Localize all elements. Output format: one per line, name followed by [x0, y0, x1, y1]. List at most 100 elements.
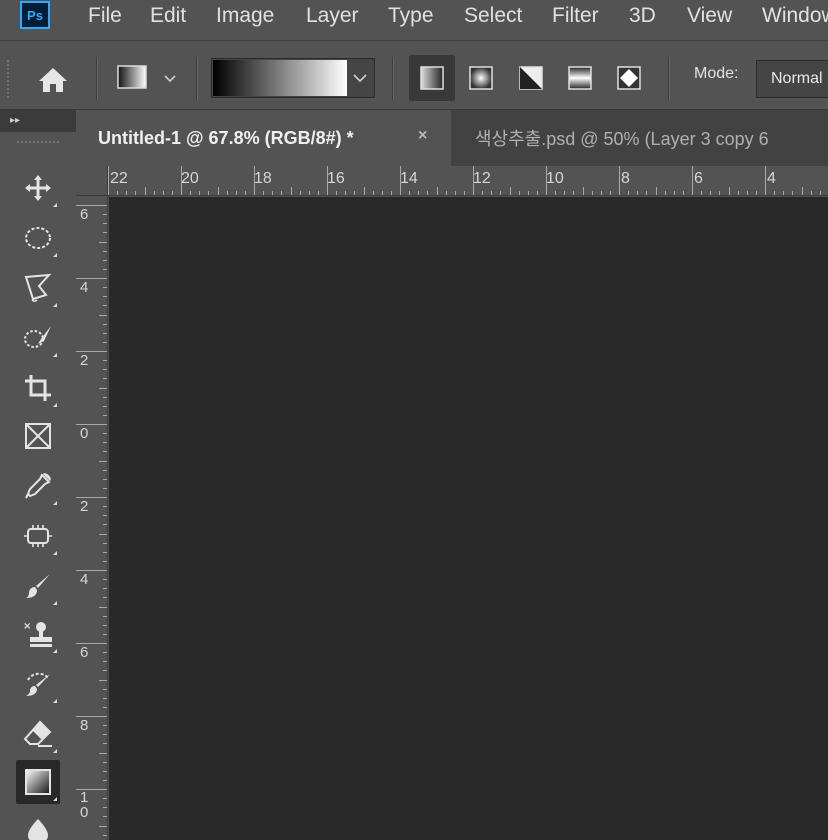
ruler-label: 20 — [181, 170, 199, 187]
ruler-tick — [99, 315, 107, 316]
reflected-gradient-icon — [568, 66, 592, 90]
clone-stamp-tool[interactable]: × — [16, 612, 60, 656]
tools-panel-grip[interactable] — [16, 140, 60, 144]
ruler-tick — [455, 191, 456, 195]
lasso-tool[interactable] — [16, 266, 60, 310]
marquee-tool[interactable] — [16, 216, 60, 260]
spot-healing-tool[interactable] — [16, 514, 60, 558]
ruler-tick — [103, 725, 107, 726]
ruler-label: 10 — [546, 170, 564, 187]
close-tab-icon[interactable]: × — [418, 127, 427, 145]
ruler-tick — [103, 397, 107, 398]
menu-file[interactable]: File — [88, 0, 122, 32]
brush-tool[interactable] — [16, 564, 60, 608]
ruler-label: 6 — [694, 170, 703, 187]
ruler-tick — [103, 406, 107, 407]
ruler-tick — [103, 798, 107, 799]
menu-image[interactable]: Image — [216, 0, 274, 32]
ruler-tick — [208, 191, 209, 195]
panel-collapse-button[interactable]: ▸▸ — [0, 110, 76, 132]
ruler-tick — [300, 191, 301, 195]
menu-edit[interactable]: Edit — [150, 0, 186, 32]
history-brush-tool[interactable] — [16, 662, 60, 706]
crop-tool[interactable] — [16, 366, 60, 410]
svg-text:×: × — [23, 621, 31, 632]
ruler-tick — [254, 166, 255, 195]
ruler-tick — [99, 242, 107, 243]
linear-gradient-button[interactable] — [409, 55, 455, 101]
gradient-icon — [25, 769, 51, 795]
gradient-picker[interactable] — [211, 58, 375, 98]
gradient-tool[interactable] — [16, 760, 60, 804]
ruler-origin[interactable] — [76, 166, 108, 196]
menu-layer[interactable]: Layer — [306, 0, 359, 32]
ruler-tick — [103, 433, 107, 434]
ruler-tick — [103, 762, 107, 763]
frame-tool[interactable] — [16, 414, 60, 458]
frame-icon — [25, 423, 51, 449]
diamond-gradient-button[interactable] — [606, 55, 652, 101]
chevron-down-icon — [353, 74, 367, 83]
menu-window[interactable]: Window — [762, 0, 828, 32]
horizontal-ruler[interactable]: 22 20 18 16 14 12 10 8 6 4 — [108, 166, 828, 196]
menu-select[interactable]: Select — [464, 0, 522, 32]
eyedropper-tool[interactable] — [16, 464, 60, 508]
eraser-tool[interactable] — [16, 712, 60, 756]
ruler-tick — [674, 191, 675, 195]
ruler-tick — [103, 652, 107, 653]
ruler-tick — [364, 187, 365, 195]
ruler-tick — [103, 689, 107, 690]
ruler-tick — [656, 187, 657, 195]
tool-preset-picker[interactable] — [114, 61, 184, 97]
healing-bandage-icon — [24, 525, 52, 547]
home-icon — [39, 68, 67, 92]
ruler-tick — [99, 534, 107, 535]
document-canvas[interactable] — [109, 197, 828, 840]
menu-type[interactable]: Type — [388, 0, 434, 32]
menu-view[interactable]: View — [687, 0, 732, 32]
menu-filter[interactable]: Filter — [552, 0, 599, 32]
quick-selection-tool[interactable] — [16, 316, 60, 360]
ruler-tick — [76, 643, 107, 644]
ruler-tick — [103, 579, 107, 580]
tab-untitled-1[interactable]: Untitled-1 @ 67.8% (RGB/8#) * × — [76, 110, 451, 166]
ruler-label: 1 0 — [80, 789, 89, 821]
radial-gradient-button[interactable] — [458, 55, 504, 101]
history-brush-icon — [26, 672, 50, 696]
ruler-tick — [446, 191, 447, 195]
ruler-tick — [628, 191, 629, 195]
ruler-tick — [683, 191, 684, 195]
ruler-tick — [738, 191, 739, 195]
ellipse-marquee-icon — [25, 227, 51, 249]
ruler-tick — [103, 333, 107, 334]
ruler-tick — [99, 607, 107, 608]
ruler-tick — [103, 369, 107, 370]
ruler-tick — [701, 191, 702, 195]
vertical-ruler[interactable]: 6 4 2 0 2 4 6 8 1 0 — [76, 196, 108, 840]
angle-gradient-button[interactable] — [508, 55, 554, 101]
gradient-preview[interactable] — [213, 60, 347, 96]
home-button[interactable] — [34, 63, 72, 97]
ruler-tick — [103, 670, 107, 671]
reflected-gradient-button[interactable] — [557, 55, 603, 101]
ruler-tick — [103, 360, 107, 361]
ruler-tick — [103, 734, 107, 735]
blend-mode-select[interactable]: Normal — [756, 60, 828, 98]
ruler-tick — [154, 191, 155, 195]
blur-tool[interactable] — [16, 808, 60, 840]
ruler-tick — [99, 826, 107, 827]
ruler-tick — [135, 191, 136, 195]
move-tool[interactable] — [16, 166, 60, 210]
ruler-tick — [103, 506, 107, 507]
ruler-tick — [76, 424, 107, 425]
tab-color-extraction[interactable]: 색상추출.psd @ 50% (Layer 3 copy 6 — [475, 110, 769, 166]
options-bar-grip[interactable] — [6, 59, 10, 99]
ruler-tick — [354, 191, 355, 195]
ruler-tick — [756, 191, 757, 195]
ruler-tick — [783, 191, 784, 195]
polygonal-lasso-icon — [24, 273, 52, 302]
ruler-tick — [103, 616, 107, 617]
ruler-label: 2 — [80, 352, 89, 369]
tab-title: Untitled-1 @ 67.8% (RGB/8#) * — [98, 127, 354, 148]
menu-3d[interactable]: 3D — [629, 0, 656, 32]
